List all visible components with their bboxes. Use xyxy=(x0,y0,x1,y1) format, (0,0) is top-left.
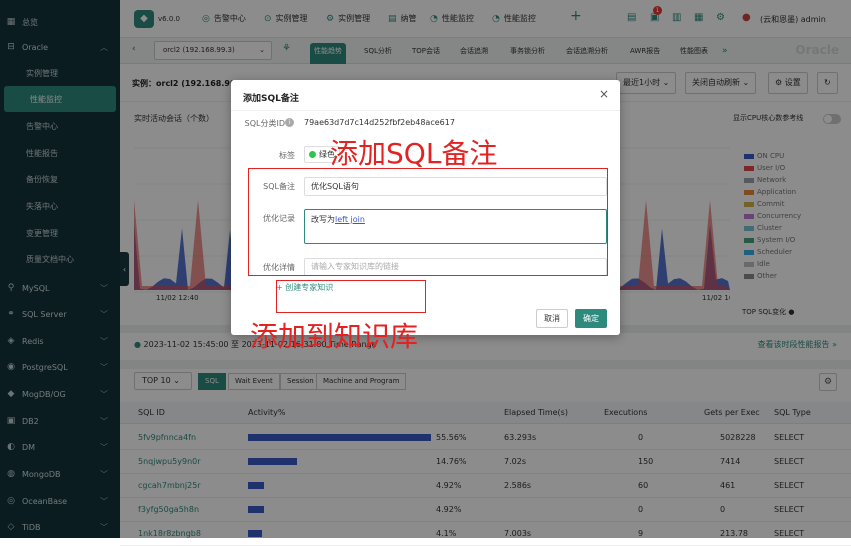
annotation-knowledge: 添加到知识库 xyxy=(250,320,419,353)
annotation-box-note xyxy=(248,168,608,276)
close-icon[interactable]: × xyxy=(599,87,609,101)
sql-id-label: SQL分类ID xyxy=(244,119,285,128)
info-icon: i xyxy=(285,118,294,127)
annotation-title: 添加SQL备注 xyxy=(330,137,498,170)
cancel-button[interactable]: 取消 xyxy=(536,309,568,328)
dialog-title: 添加SQL备注 xyxy=(243,94,299,104)
ok-button[interactable]: 确定 xyxy=(575,309,607,328)
sql-id-value: 79ae63d7d7c14d252fbf2eb48ace617 xyxy=(304,118,455,127)
divider xyxy=(231,110,620,111)
tag-label: 标签 xyxy=(279,151,295,160)
green-dot-icon xyxy=(309,151,316,158)
annotation-box-knowledge xyxy=(276,280,426,313)
